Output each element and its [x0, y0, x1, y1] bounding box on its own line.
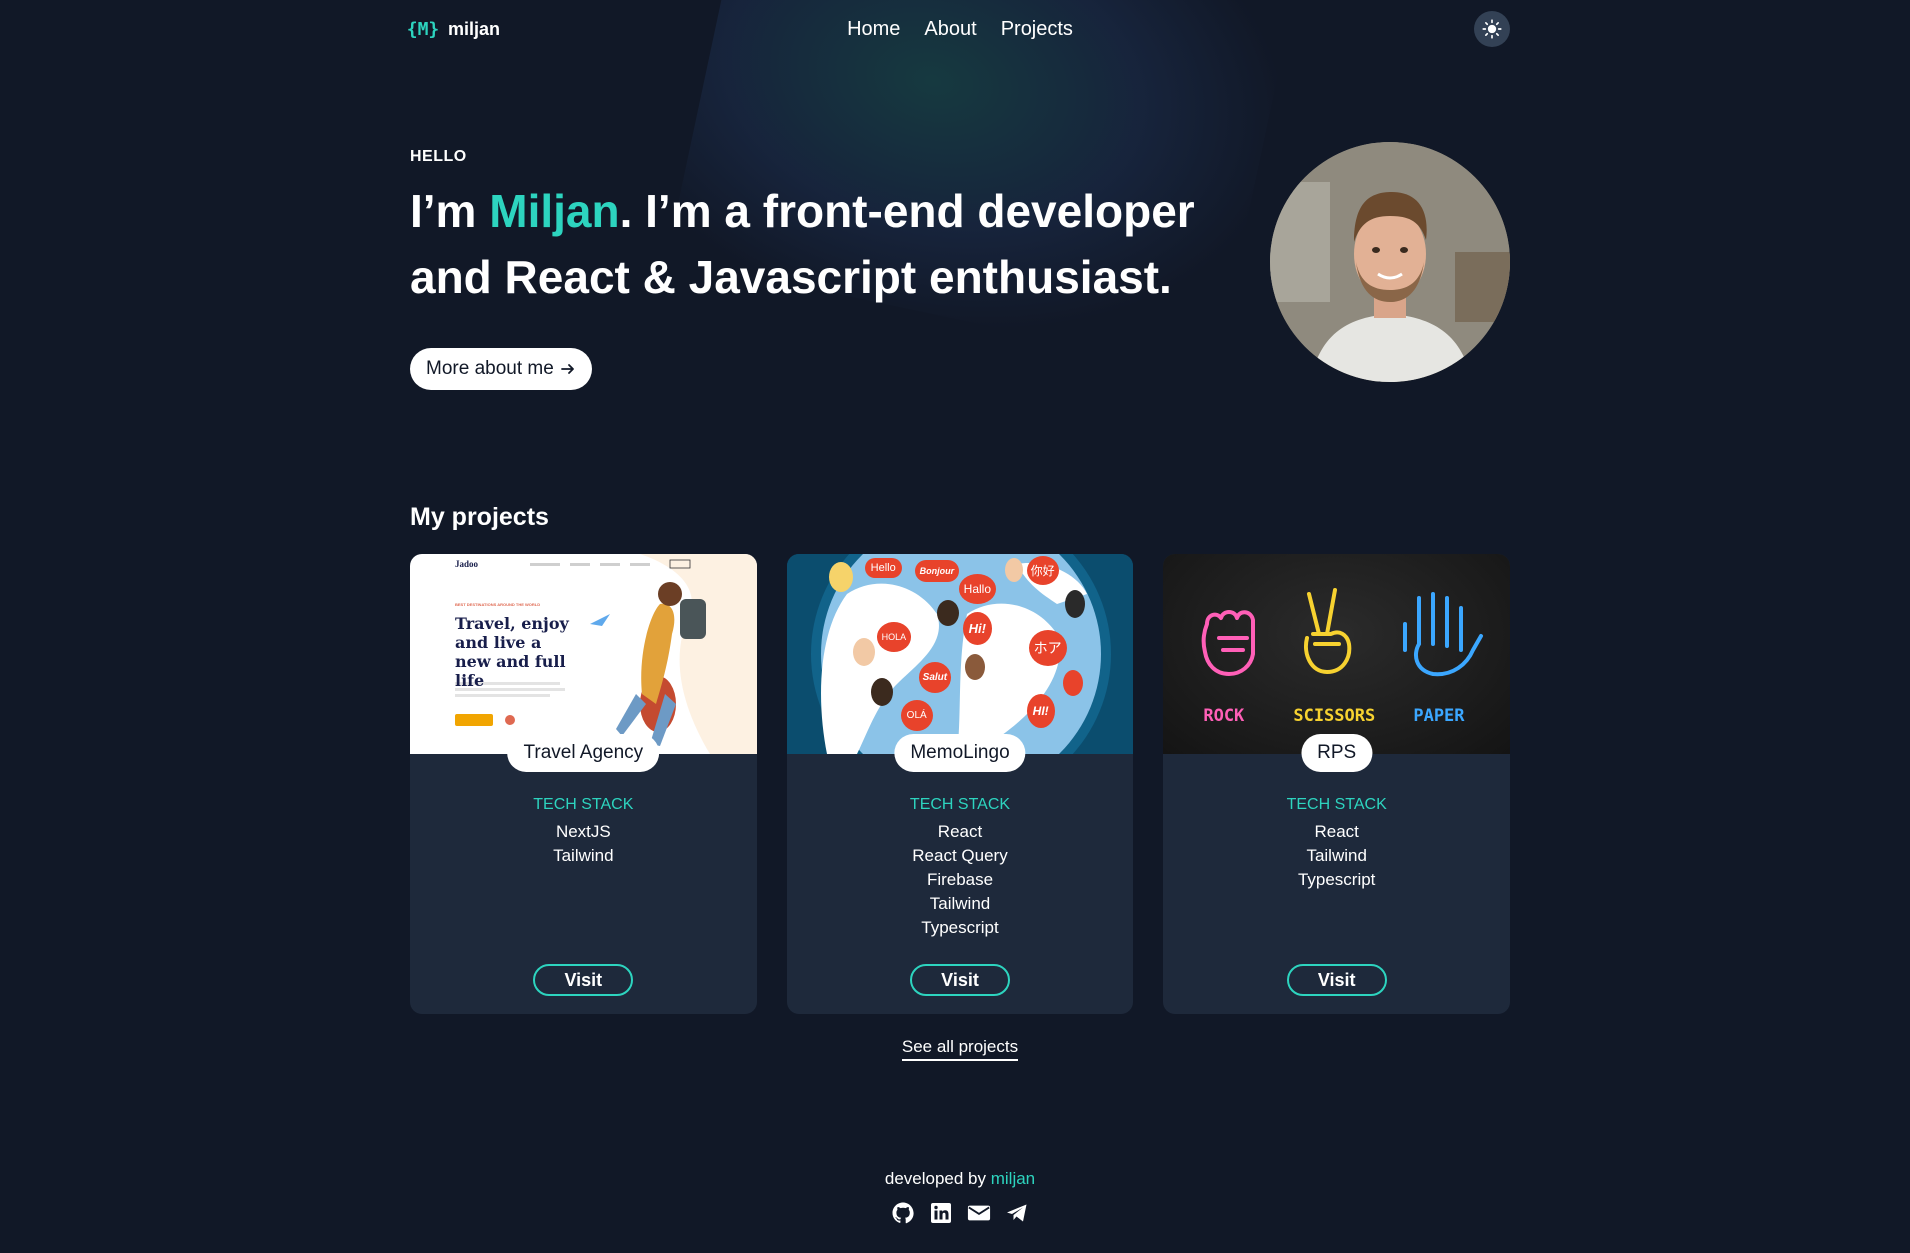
tech-stack-list: React React Query Firebase Tailwind Type…: [787, 820, 1134, 940]
speech-bubble: HI!: [1026, 694, 1055, 728]
nav-links: Home About Projects: [847, 18, 1073, 41]
project-name: Travel Agency: [507, 734, 660, 772]
projects-heading: My projects: [410, 503, 549, 531]
headline-name: Miljan: [489, 185, 620, 237]
speech-bubble: 你好: [1026, 556, 1059, 585]
sun-icon: [1482, 19, 1502, 39]
speech-bubble: Hallo: [958, 574, 997, 604]
mail-icon: [967, 1205, 991, 1221]
logo[interactable]: {M} miljan: [406, 16, 501, 42]
github-icon: [892, 1202, 914, 1224]
face-icon: [828, 562, 853, 592]
more-about-me-button[interactable]: More about me: [410, 348, 592, 390]
paper-label: PAPER: [1413, 706, 1465, 726]
project-cards: Jadoo BEST DESTINATIONS AROUND THE WORLD…: [410, 554, 1511, 1014]
visit-button[interactable]: Visit: [910, 964, 1010, 996]
rps-preview: ROCK SCISSORS PAPER: [1163, 554, 1511, 754]
page: {M} miljan Home About Projects HELLO I’m: [406, 0, 1511, 1225]
travel-preview-tagline: BEST DESTINATIONS AROUND THE WORLD: [455, 602, 541, 607]
tech-stack-list: React Tailwind Typescript: [1163, 820, 1510, 892]
top-nav: {M} miljan Home About Projects: [406, 0, 1510, 58]
project-name: MemoLingo: [894, 734, 1026, 772]
travel-preview-heading: Travel, enjoy and live a new and full li…: [455, 614, 569, 690]
speech-bubble: OLÁ: [900, 700, 933, 731]
nav-link-home[interactable]: Home: [847, 18, 900, 41]
linkedin-icon: [931, 1203, 951, 1223]
more-about-me-label: More about me: [426, 358, 554, 379]
tech-item: NextJS: [555, 822, 611, 841]
project-card-travel-agency: Jadoo BEST DESTINATIONS AROUND THE WORLD…: [410, 554, 757, 1014]
hero-headline: I’m Miljan. I’m a front-end developer an…: [410, 178, 1230, 310]
face-icon: [870, 678, 893, 706]
face-icon: [1062, 670, 1083, 696]
theme-toggle-button[interactable]: [1474, 11, 1510, 47]
face-icon: [964, 654, 985, 680]
linkedin-link[interactable]: [929, 1201, 953, 1225]
speech-bubble: Bonjour: [914, 560, 960, 582]
speech-bubble: Hello: [864, 558, 902, 578]
social-links: [410, 1201, 1510, 1225]
tech-item: React Query: [912, 846, 1008, 865]
hero-section: HELLO I’m Miljan. I’m a front-end develo…: [410, 142, 1510, 408]
see-all-projects-link[interactable]: See all projects: [901, 1037, 1019, 1061]
tech-stack-heading: TECH STACK: [533, 796, 634, 813]
speech-bubble: ホア: [1028, 630, 1067, 666]
credit-name[interactable]: miljan: [991, 1169, 1035, 1188]
footer: developed by miljan: [410, 1169, 1510, 1225]
tech-stack-heading: TECH STACK: [1286, 796, 1387, 813]
face-icon: [1004, 558, 1023, 582]
tech-item: Firebase: [926, 870, 994, 889]
tech-item: Typescript: [1297, 870, 1376, 889]
speech-bubble: Salut: [918, 662, 952, 693]
project-name: RPS: [1301, 734, 1373, 772]
tech-stack-list: NextJS Tailwind: [410, 820, 757, 868]
nav-link-projects[interactable]: Projects: [1001, 18, 1073, 41]
arrow-right-icon: [560, 364, 574, 374]
memolingo-bubbles: Hello Bonjour Hallo 你好 HOLA Hi! ホア Salut…: [787, 554, 1134, 754]
speech-bubble: Hi!: [962, 612, 993, 645]
nav-link-about[interactable]: About: [924, 18, 976, 41]
rock-label: ROCK: [1203, 706, 1245, 726]
github-link[interactable]: [891, 1201, 915, 1225]
tech-item: React: [937, 822, 983, 841]
tech-stack-heading: TECH STACK: [909, 796, 1011, 813]
visit-button[interactable]: Visit: [533, 964, 634, 996]
telegram-link[interactable]: [1005, 1201, 1029, 1225]
developer-credit: developed by miljan: [410, 1169, 1510, 1189]
face-icon: [1064, 590, 1085, 618]
project-card-memolingo: Hello Bonjour Hallo 你好 HOLA Hi! ホア Salut…: [786, 554, 1134, 1014]
travel-preview-brand: Jadoo: [455, 559, 479, 569]
speech-bubble: HOLA: [876, 622, 912, 652]
mail-link[interactable]: [967, 1201, 991, 1225]
tech-item: Tailwind: [929, 894, 991, 913]
memolingo-preview: Hello Bonjour Hallo 你好 HOLA Hi! ホア Salut…: [786, 554, 1134, 754]
logo-icon: {M}: [406, 18, 440, 40]
visit-button[interactable]: Visit: [1286, 964, 1387, 996]
brand-name: miljan: [448, 18, 501, 39]
profile-photo: [1270, 142, 1510, 382]
face-icon: [852, 638, 875, 666]
headline-prefix: I’m: [410, 185, 490, 237]
tech-item: Typescript: [921, 918, 999, 937]
tech-item: Tailwind: [1306, 846, 1367, 865]
tech-item: Tailwind: [553, 846, 614, 865]
credit-prefix: developed by: [884, 1169, 991, 1188]
profile-avatar: [1270, 142, 1510, 382]
travel-agency-preview: Jadoo BEST DESTINATIONS AROUND THE WORLD…: [410, 554, 757, 754]
face-icon: [936, 600, 959, 626]
scissors-label: SCISSORS: [1293, 706, 1376, 726]
tech-item: React: [1314, 822, 1359, 841]
project-card-rps: ROCK SCISSORS PAPER RPS TECH STACK React…: [1163, 554, 1511, 1014]
telegram-icon: [1007, 1204, 1027, 1222]
